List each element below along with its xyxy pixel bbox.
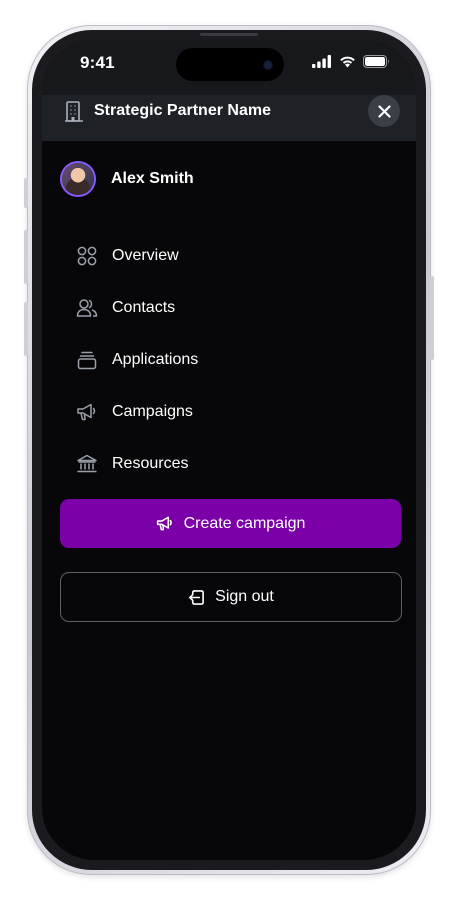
dynamic-island bbox=[176, 48, 284, 81]
battery-icon bbox=[363, 55, 389, 68]
nav-item-resources[interactable]: Resources bbox=[76, 438, 396, 490]
users-icon bbox=[76, 297, 98, 319]
sign-out-label: Sign out bbox=[215, 588, 274, 605]
bank-icon bbox=[76, 453, 98, 475]
status-bar: 9:41 bbox=[42, 40, 416, 95]
nav-label-campaigns: Campaigns bbox=[112, 403, 193, 420]
status-time: 9:41 bbox=[80, 53, 115, 72]
partner-name: Strategic Partner Name bbox=[94, 102, 271, 119]
sign-out-button[interactable]: Sign out bbox=[60, 572, 402, 622]
signal-icon bbox=[312, 55, 331, 68]
volume-up-button bbox=[24, 230, 28, 284]
camera-dot bbox=[264, 61, 272, 69]
volume-down-button bbox=[24, 302, 28, 356]
nav-label-contacts: Contacts bbox=[112, 299, 176, 316]
megaphone-icon bbox=[156, 516, 172, 531]
avatar bbox=[62, 163, 94, 195]
app-header: Strategic Partner Name bbox=[42, 95, 416, 141]
speaker-grille bbox=[200, 33, 258, 36]
wifi-icon bbox=[340, 56, 355, 68]
power-button bbox=[430, 276, 434, 360]
nav-item-applications[interactable]: Applications bbox=[76, 334, 396, 386]
user-name: Alex Smith bbox=[111, 170, 194, 187]
create-campaign-button[interactable]: Create campaign bbox=[60, 499, 401, 548]
nav-item-campaigns[interactable]: Campaigns bbox=[76, 386, 396, 438]
create-campaign-label: Create campaign bbox=[183, 514, 306, 532]
user-profile[interactable]: Alex Smith bbox=[62, 163, 194, 195]
stack-icon bbox=[76, 349, 98, 371]
nav-menu: Overview Contacts Applications Campaigns… bbox=[76, 230, 396, 490]
building-icon bbox=[65, 101, 83, 122]
screen: 9:41 Strategic Partner Name Alex Smith O… bbox=[42, 40, 416, 860]
close-icon bbox=[377, 104, 391, 118]
status-icons bbox=[312, 55, 390, 68]
nav-label-applications: Applications bbox=[112, 351, 199, 368]
nav-label-overview: Overview bbox=[112, 247, 179, 264]
close-button[interactable] bbox=[368, 95, 400, 127]
nav-label-resources: Resources bbox=[112, 455, 189, 472]
grid-icon bbox=[76, 245, 98, 267]
nav-item-contacts[interactable]: Contacts bbox=[76, 282, 396, 334]
sign-out-icon bbox=[189, 589, 205, 605]
megaphone-icon bbox=[76, 401, 98, 423]
nav-item-overview[interactable]: Overview bbox=[76, 230, 396, 282]
action-button bbox=[24, 178, 28, 208]
